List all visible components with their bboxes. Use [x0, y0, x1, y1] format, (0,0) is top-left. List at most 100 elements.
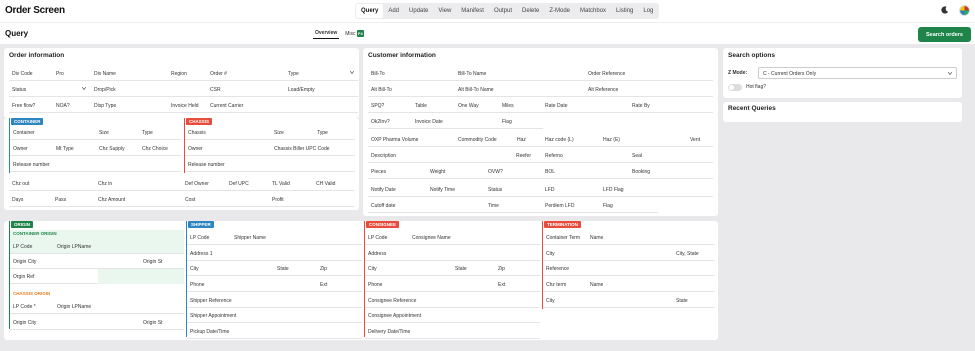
- def-upc-field[interactable]: Def UPC: [229, 181, 249, 187]
- shipper-state-field[interactable]: State: [277, 266, 289, 272]
- alt-bill-to-field[interactable]: Alt Bill-To: [371, 87, 392, 93]
- noa-field[interactable]: NOA?: [56, 103, 70, 109]
- perdiem-lfd-field[interactable]: Perdiem LFD: [545, 203, 574, 209]
- co-origin-st-field[interactable]: Origin St: [143, 259, 162, 265]
- bol-field[interactable]: BOL: [545, 169, 555, 175]
- chz-amount-field[interactable]: Chz Amount: [98, 197, 125, 203]
- co-origin-ref-field[interactable]: Orgin Ref: [13, 274, 34, 280]
- co-origin-city-field[interactable]: Origin City: [13, 259, 36, 265]
- lfd-flag-field[interactable]: LFD Flag: [603, 187, 624, 193]
- haz-code-l-field[interactable]: Haz code (L): [545, 137, 574, 143]
- container-owner-field[interactable]: Owner: [13, 146, 28, 152]
- free-flow-field[interactable]: Free flow?: [12, 103, 35, 109]
- chz-term-name-field[interactable]: Name: [590, 282, 603, 288]
- term-reference-field[interactable]: Reference: [546, 266, 569, 272]
- table-field[interactable]: Table: [415, 103, 427, 109]
- nav-z-mode[interactable]: Z-Mode: [544, 4, 575, 18]
- consignee-reference-field[interactable]: Consignee Reference: [368, 298, 416, 304]
- hot-flag-toggle[interactable]: [728, 84, 742, 91]
- nav-view[interactable]: View: [433, 4, 456, 18]
- invoice-date-field[interactable]: Invoice Date: [415, 119, 443, 125]
- mt-type-field[interactable]: Mt Type: [56, 146, 74, 152]
- vent-field[interactable]: Vent: [690, 137, 700, 143]
- nav-log[interactable]: Log: [638, 4, 658, 18]
- order-reference-field[interactable]: Order Reference: [588, 71, 625, 77]
- shipper-address-field[interactable]: Address 1: [190, 251, 213, 257]
- current-carrier-field[interactable]: Current Carrier: [210, 103, 243, 109]
- consignee-zip-field[interactable]: Zip: [498, 266, 505, 272]
- def-owner-field[interactable]: Def Owner: [185, 181, 209, 187]
- shipper-zip-field[interactable]: Zip: [320, 266, 327, 272]
- co-origin-lpname-field[interactable]: Origin LPName: [57, 244, 91, 250]
- chassis-release-field[interactable]: Release number: [188, 162, 225, 168]
- pro-field[interactable]: Pro: [56, 71, 64, 77]
- consignee-city-field[interactable]: City: [368, 266, 377, 272]
- container-term-field[interactable]: Container Term: [546, 235, 580, 241]
- nav-delete[interactable]: Delete: [517, 4, 544, 18]
- chz-in-field[interactable]: Chz in: [98, 181, 112, 187]
- div-name-field[interactable]: Div Name: [94, 71, 116, 77]
- tab-misc[interactable]: Misc F4: [343, 29, 366, 39]
- container-size-field[interactable]: Size: [99, 130, 109, 136]
- oxp-pharma-volume-field[interactable]: OXP Pharma Volume: [371, 137, 418, 143]
- co-lp-code-field[interactable]: LP Code: [13, 244, 32, 250]
- z-mode-select[interactable]: C - Current Orders Only: [758, 67, 957, 79]
- cho-origin-city-field[interactable]: Origin City: [13, 320, 36, 326]
- chz-out-field[interactable]: Chz out: [12, 181, 29, 187]
- cho-origin-st-field[interactable]: Origin St: [143, 320, 162, 326]
- dark-mode-icon[interactable]: [941, 6, 949, 14]
- consignee-lp-code-field[interactable]: LP Code: [368, 235, 387, 241]
- shipper-ext-field[interactable]: Ext: [320, 282, 327, 288]
- seal-field[interactable]: Seal: [632, 153, 642, 159]
- description-field[interactable]: Description: [371, 153, 396, 159]
- container-term-name-field[interactable]: Name: [590, 235, 603, 241]
- alt-reference-field[interactable]: Alt Reference: [588, 87, 618, 93]
- load-empty-field[interactable]: Load/Empty: [288, 87, 315, 93]
- ok2inv-field[interactable]: Ok2Inv?: [371, 119, 390, 125]
- cost-field[interactable]: Cost: [185, 197, 195, 203]
- shipper-lp-code-field[interactable]: LP Code: [190, 235, 209, 241]
- region-field[interactable]: Region: [171, 71, 187, 77]
- status-field[interactable]: Status: [488, 187, 502, 193]
- cho-lp-code-field[interactable]: LP Code *: [13, 304, 36, 310]
- chz-term-state-field[interactable]: State: [676, 298, 688, 304]
- notify-date-field[interactable]: Notify Date: [371, 187, 396, 193]
- pickup-datetime-field[interactable]: Pickup Date/Time: [190, 329, 229, 335]
- chassis-field[interactable]: Chassis: [188, 130, 206, 136]
- chassis-biller-upc-field[interactable]: Chassis Biller UPC Code: [274, 146, 330, 152]
- nav-update[interactable]: Update: [404, 4, 433, 18]
- pass-field[interactable]: Pass: [55, 197, 66, 203]
- reefer-field[interactable]: Reefer: [516, 153, 531, 159]
- bill-to-name-field[interactable]: Bill-To Name: [458, 71, 486, 77]
- csr-field[interactable]: CSR: [210, 87, 221, 93]
- miles-field[interactable]: Miles: [502, 103, 514, 109]
- chassis-owner-field[interactable]: Owner: [188, 146, 203, 152]
- commodity-code-field[interactable]: Commodity Code: [458, 137, 497, 143]
- consignee-name-field[interactable]: Consignee Name: [412, 235, 451, 241]
- haz-field[interactable]: Haz: [517, 137, 526, 143]
- ch-valid-field[interactable]: CH Valid: [316, 181, 335, 187]
- status-field[interactable]: Status: [12, 87, 26, 93]
- nav-listing[interactable]: Listing: [611, 4, 638, 18]
- disp-type-field[interactable]: Disp Type: [94, 103, 116, 109]
- rate-date-field[interactable]: Rate Date: [545, 103, 568, 109]
- chz-choice-field[interactable]: Chz Choice: [142, 146, 168, 152]
- consignee-state-field[interactable]: State: [455, 266, 467, 272]
- container-type-field[interactable]: Type: [142, 130, 153, 136]
- haz-e-field[interactable]: Haz (E): [603, 137, 620, 143]
- drop-pick-field[interactable]: Drop/Pick: [94, 87, 116, 93]
- flag-field[interactable]: Flag: [502, 119, 512, 125]
- chz-supply-field[interactable]: Chz Supply: [99, 146, 125, 152]
- lfd-field[interactable]: LFD: [545, 187, 554, 193]
- notify-time-field[interactable]: Notify Time: [430, 187, 455, 193]
- cho-origin-lpname-field[interactable]: Origin LPName: [57, 304, 91, 310]
- div-code-field[interactable]: Div Code: [12, 71, 33, 77]
- shipper-reference-field[interactable]: Shipper Reference: [190, 298, 232, 304]
- flag-field-2[interactable]: Flag: [603, 203, 613, 209]
- container-field[interactable]: Container: [13, 130, 35, 136]
- shipper-phone-field[interactable]: Phone: [190, 282, 204, 288]
- profit-field[interactable]: Profit: [272, 197, 284, 203]
- chassis-size-field[interactable]: Size: [274, 130, 284, 136]
- type-field[interactable]: Type: [288, 71, 299, 77]
- consignee-address-field[interactable]: Address: [368, 251, 386, 257]
